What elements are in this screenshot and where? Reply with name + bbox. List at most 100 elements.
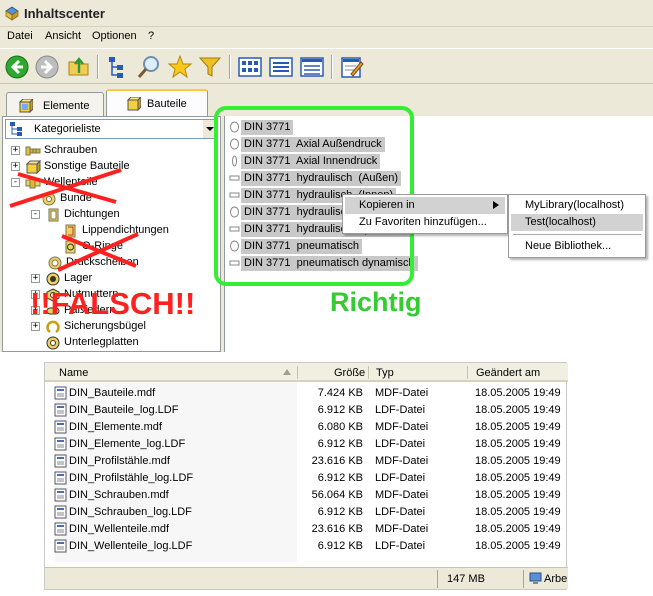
file-row[interactable]: DIN_Elemente_log.LDF 6.912 KB LDF-Datei 18.… [45,436,568,453]
toolbar-separator [331,55,333,79]
list-view-icon[interactable] [268,54,294,80]
column-divider[interactable] [368,366,369,379]
bearing-icon [46,272,60,286]
tree-label: Schrauben [44,144,98,156]
file-date: 18.05.2005 19:49 [475,455,561,467]
column-divider[interactable] [297,366,298,379]
file-type: LDF-Datei [375,438,426,450]
file-date: 18.05.2005 19:49 [475,489,561,501]
database-file-icon [54,454,67,468]
category-list-dropdown[interactable]: Kategorieliste [5,119,218,139]
menu-item-mylibrary[interactable]: MyLibrary(localhost) [511,197,643,214]
file-size: 6.912 KB [317,506,363,518]
favorites-star-icon[interactable] [167,54,193,80]
tree-expander[interactable]: + [31,274,40,283]
file-date: 18.05.2005 19:49 [475,540,561,552]
database-file-icon [54,522,67,536]
file-name: DIN_Wellenteile_log.LDF [69,540,193,552]
tab-elemente[interactable]: Elemente [6,92,104,116]
file-row[interactable]: DIN_Profilstähle_log.LDF 6.912 KB LDF-Date… [45,470,568,487]
status-bar: 147 MB Arbe [45,567,568,589]
column-modified[interactable]: Geändert am [476,367,540,379]
column-name[interactable]: Name [59,367,88,379]
file-name: DIN_Schrauben.mdf [69,489,169,501]
back-arrow-icon[interactable] [4,54,30,80]
menu-ansicht[interactable]: Ansicht [45,30,81,42]
file-date: 18.05.2005 19:49 [475,523,561,535]
forward-arrow-icon[interactable] [34,54,60,80]
file-type: LDF-Datei [375,540,426,552]
menu-item-test-localhost[interactable]: Test(localhost) [511,214,643,231]
falsch-annotation: !!FALSCH!! [30,286,196,321]
tree-expander[interactable]: + [11,146,20,155]
file-row[interactable]: DIN_Schrauben.mdf 56.064 KB MDF-Datei 18.05… [45,487,568,504]
tree-expander[interactable]: + [31,322,40,331]
tab-elemente-label: Elemente [43,100,90,112]
menu-item-label: MyLibrary(localhost) [525,199,625,211]
folder-up-icon[interactable] [66,54,92,80]
app-icon [5,6,19,21]
file-row[interactable]: DIN_Elemente.mdf 6.080 KB MDF-Datei 18.05.2… [45,419,568,436]
large-icons-view-icon[interactable] [237,54,263,80]
search-icon[interactable] [136,54,162,80]
database-file-icon [54,420,67,434]
file-type: MDF-Datei [375,455,429,467]
title-bar[interactable]: Inhaltscenter [0,0,653,27]
column-header: Name Größe Typ Geändert am [45,363,568,382]
file-size: 6.080 KB [317,421,363,433]
richtig-annotation: Richtig [330,287,422,317]
toolbar-separator [229,55,231,79]
menu-help[interactable]: ? [148,30,154,42]
filter-funnel-icon[interactable] [197,54,223,80]
file-type: MDF-Datei [375,489,429,501]
tree-expander[interactable]: - [31,210,40,219]
menu-item-zu-favoriten[interactable]: Zu Favoriten hinzufügen... [345,214,505,231]
database-file-icon [54,403,67,417]
file-name: DIN_Profilstähle.mdf [69,455,170,467]
database-file-icon [54,437,67,451]
submenu-arrow-icon [493,201,499,209]
status-location: Arbe [544,573,568,585]
file-row[interactable]: DIN_Profilstähle.mdf 23.616 KB MDF-Datei 18… [45,453,568,470]
sort-arrow-icon [283,369,291,375]
file-size: 7.424 KB [317,387,363,399]
file-row[interactable]: DIN_Bauteile.mdf 7.424 KB MDF-Datei 18.05.2… [45,385,568,402]
file-date: 18.05.2005 19:49 [475,506,561,518]
status-divider [437,570,438,588]
tree-view-icon[interactable] [105,54,131,80]
file-row[interactable]: DIN_Wellenteile_log.LDF 6.912 KB LDF-Datei… [45,538,568,555]
database-file-icon [54,505,67,519]
file-size: 6.912 KB [317,404,363,416]
inhaltscenter-window: Inhaltscenter Datei Ansicht Optionen ? E… [0,0,653,352]
file-row[interactable]: DIN_Wellenteile.mdf 23.616 KB MDF-Datei 18.… [45,521,568,538]
file-date: 18.05.2005 19:49 [475,438,561,450]
tree-view-icon [10,122,22,136]
menu-item-label: Kopieren in [359,199,415,211]
column-size[interactable]: Größe [334,367,365,379]
file-row[interactable]: DIN_Schrauben_log.LDF 6.912 KB LDF-Datei 18… [45,504,568,521]
file-date: 18.05.2005 19:49 [475,472,561,484]
tree-label: Lager [64,272,93,284]
toolbar-separator [97,55,99,79]
file-size: 6.912 KB [317,540,363,552]
circlip-icon [46,320,60,334]
file-row[interactable]: DIN_Bauteile_log.LDF 6.912 KB LDF-Datei 18.… [45,402,568,419]
edit-sheet-icon[interactable] [339,54,365,80]
column-type[interactable]: Typ [376,367,394,379]
details-view-icon[interactable] [299,54,325,80]
database-file-icon [54,471,67,485]
menu-item-label: Neue Bibliothek... [525,240,612,252]
menu-item-neue-bibliothek[interactable]: Neue Bibliothek... [511,238,643,255]
tab-bauteile[interactable]: Bauteile [106,89,208,116]
file-type: MDF-Datei [375,421,429,433]
file-name: DIN_Bauteile_log.LDF [69,404,179,416]
screw-icon [25,146,41,156]
wrong-cross-mark [9,168,122,208]
menu-item-kopieren-in[interactable]: Kopieren in [345,197,505,214]
washer-icon [46,336,60,350]
menu-item-label: Zu Favoriten hinzufügen... [359,216,487,228]
file-size: 6.912 KB [317,438,363,450]
menu-datei[interactable]: Datei [7,30,33,42]
column-divider[interactable] [467,366,468,379]
menu-optionen[interactable]: Optionen [92,30,137,42]
